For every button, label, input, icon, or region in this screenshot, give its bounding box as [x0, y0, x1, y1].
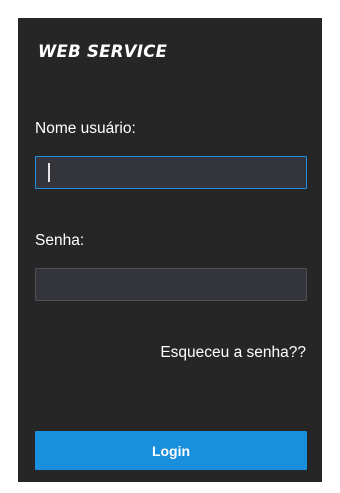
username-label: Nome usuário: — [35, 120, 136, 137]
username-input[interactable] — [35, 156, 307, 189]
app-title: WEB SERVICE — [38, 42, 168, 61]
login-button[interactable]: Login — [35, 431, 307, 470]
text-caret — [48, 163, 50, 182]
login-panel: WEB SERVICE Nome usuário: Senha: Esquece… — [18, 18, 322, 482]
forgot-password-link[interactable]: Esqueceu a senha?? — [160, 344, 306, 362]
password-label: Senha: — [35, 232, 85, 249]
password-input[interactable] — [35, 268, 307, 301]
